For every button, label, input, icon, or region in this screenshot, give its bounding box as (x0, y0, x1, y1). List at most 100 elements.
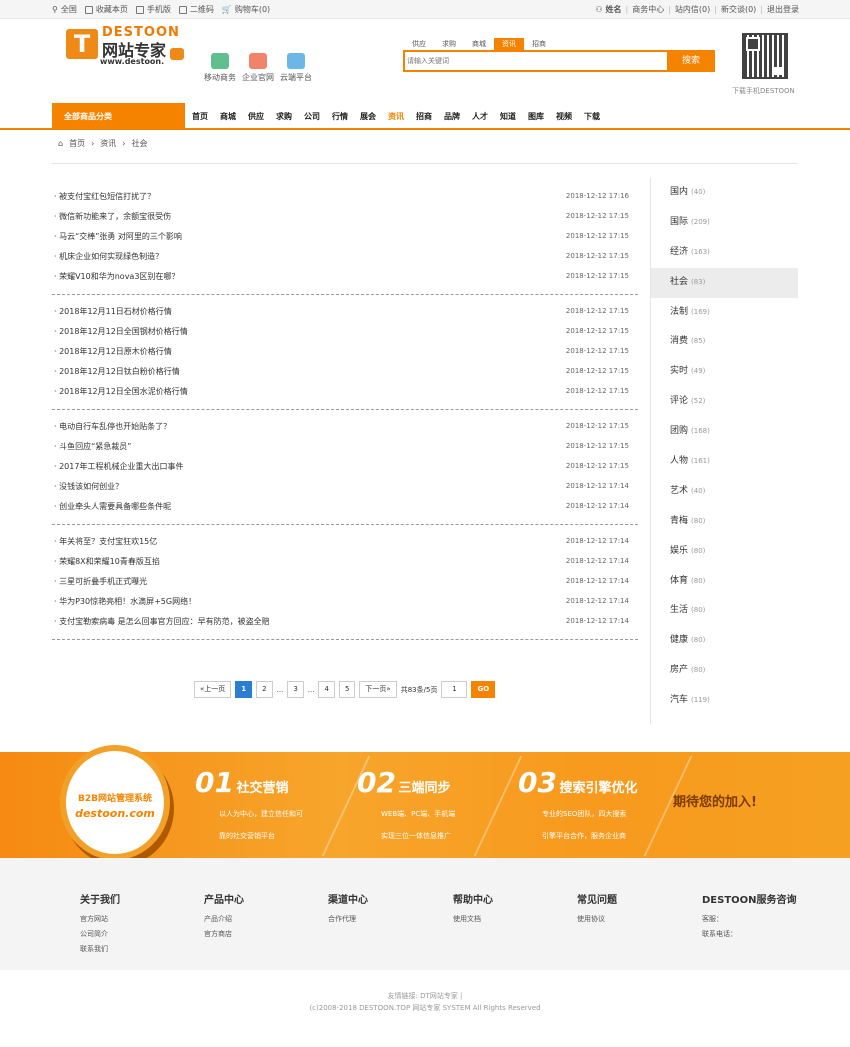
sidebar-item[interactable]: 团购 (168) (651, 417, 798, 447)
search-tab-supply[interactable]: 供应 (404, 38, 434, 50)
list-item[interactable]: · 荣耀8X和荣耀10青春版互掐 2018-12-12 17:14 (52, 551, 638, 571)
list-item[interactable]: · 没钱该如何创业？ 2018-12-12 17:14 (52, 476, 638, 496)
qrcode-link[interactable]: 二维码 (178, 4, 214, 15)
search-tab-invest[interactable]: 招商 (524, 38, 554, 50)
article-title[interactable]: · 2018年12月12日原木价格行情 (54, 346, 172, 357)
nav-item[interactable]: 商城 (214, 103, 242, 130)
footer-link[interactable]: 官方网站 (80, 912, 120, 927)
nav-item-active[interactable]: 资讯 (382, 103, 410, 130)
user-link[interactable]: ⚇ 姓名 (595, 4, 621, 15)
article-title[interactable]: · 2018年12月11日石材价格行情 (54, 306, 172, 317)
page-number-input[interactable]: 1 (441, 681, 468, 698)
footer-link[interactable]: 产品介绍 (204, 912, 244, 927)
search-tab-mall[interactable]: 商城 (464, 38, 494, 50)
nav-item[interactable]: 展会 (354, 103, 382, 130)
next-page-button[interactable]: 下一页» (359, 681, 397, 698)
quick-mobile-business[interactable]: 移动商务 (204, 53, 236, 83)
sidebar-item[interactable]: 生活 (80) (651, 596, 798, 626)
list-item[interactable]: · 马云“交棒”张勇 对阿里的三个影响 2018-12-12 17:15 (52, 226, 638, 246)
nav-item[interactable]: 行情 (326, 103, 354, 130)
footer-link[interactable]: 合作代理 (328, 912, 368, 927)
article-title[interactable]: · 年关将至？支付宝狂欢15亿 (54, 536, 157, 547)
search-tab-news[interactable]: 资讯 (494, 38, 524, 50)
page-button[interactable]: 5 (338, 681, 356, 698)
breadcrumb-current[interactable]: 社会 (131, 138, 147, 149)
article-title[interactable]: · 机床企业如何实现绿色制造？ (54, 251, 163, 262)
footer-link[interactable]: 公司简介 (80, 927, 120, 942)
prev-page-button[interactable]: «上一页 (194, 681, 232, 698)
business-center-link[interactable]: 商务中心 (632, 4, 664, 15)
article-title[interactable]: · 荣耀V10和华为nova3区别在哪？ (54, 271, 179, 282)
list-item[interactable]: · 被支付宝红包短信打扰了？ 2018-12-12 17:16 (52, 186, 638, 206)
nav-item[interactable]: 知道 (494, 103, 522, 130)
article-title[interactable]: · 荣耀8X和荣耀10青春版互掐 (54, 556, 160, 567)
list-item[interactable]: · 电动自行车乱停也开始贴条了？ 2018-12-12 17:15 (52, 416, 638, 436)
all-categories-button[interactable]: 全部商品分类 (52, 103, 185, 130)
article-title[interactable]: · 斗鱼回应“紧急裁员” (54, 441, 131, 452)
page-button[interactable]: 4 (318, 681, 335, 698)
mobile-link[interactable]: 手机版 (135, 4, 171, 15)
sidebar-item[interactable]: 法制 (169) (651, 298, 798, 328)
page-button[interactable]: 3 (287, 681, 304, 698)
chat-link[interactable]: 新交谈(0) (721, 4, 756, 15)
list-item[interactable]: · 年关将至？支付宝狂欢15亿 2018-12-12 17:14 (52, 531, 638, 551)
page-button-current[interactable]: 1 (235, 681, 253, 698)
quick-company-site[interactable]: 企业官网 (242, 53, 274, 83)
sidebar-item[interactable]: 体育 (80) (651, 567, 798, 597)
footer-link[interactable]: 客服： (702, 912, 797, 927)
article-title[interactable]: · 华为P30惊艳亮相！水滴屏+5G网络！ (54, 596, 196, 607)
article-title[interactable]: · 2018年12月12日全国水泥价格行情 (54, 386, 188, 397)
article-title[interactable]: · 马云“交棒”张勇 对阿里的三个影响 (54, 231, 182, 242)
list-item[interactable]: · 华为P30惊艳亮相！水滴屏+5G网络！ 2018-12-12 17:14 (52, 591, 638, 611)
search-input[interactable] (407, 54, 665, 68)
list-item[interactable]: · 机床企业如何实现绿色制造？ 2018-12-12 17:15 (52, 246, 638, 266)
nav-item[interactable]: 人才 (466, 103, 494, 130)
banner-cta[interactable]: 期待您的加入! (673, 791, 757, 810)
footer-link[interactable]: 使用文档 (453, 912, 493, 927)
article-title[interactable]: · 微信新功能来了，余额宝很受伤 (54, 211, 171, 222)
article-title[interactable]: · 被支付宝红包短信打扰了？ (54, 191, 155, 202)
sidebar-item[interactable]: 健康 (80) (651, 626, 798, 656)
article-title[interactable]: · 创业牵头人需要具备哪些条件呢 (54, 501, 171, 512)
sidebar-item[interactable]: 社会 (83) (651, 267, 798, 298)
list-item[interactable]: · 2018年12月12日原木价格行情 2018-12-12 17:15 (52, 341, 638, 361)
article-title[interactable]: · 支付宝勒索病毒 是怎么回事官方回应：早有防范，被盗全赔 (54, 616, 270, 627)
nav-item[interactable]: 品牌 (438, 103, 466, 130)
sidebar-item[interactable]: 国内 (40) (651, 178, 798, 208)
nav-item[interactable]: 图库 (522, 103, 550, 130)
sidebar-item[interactable]: 国际 (209) (651, 208, 798, 238)
nav-item[interactable]: 供应 (242, 103, 270, 130)
sidebar-item[interactable]: 经济 (163) (651, 238, 798, 268)
logout-link[interactable]: 退出登录 (767, 4, 799, 15)
sidebar-item[interactable]: 青梅 (80) (651, 507, 798, 537)
nav-item[interactable]: 下载 (578, 103, 606, 130)
sidebar-item[interactable]: 娱乐 (80) (651, 537, 798, 567)
search-button[interactable]: 搜索 (667, 50, 715, 72)
list-item[interactable]: · 荣耀V10和华为nova3区别在哪？ 2018-12-12 17:15 (52, 266, 638, 286)
article-title[interactable]: · 2018年12月12日全国钢材价格行情 (54, 326, 188, 337)
list-item[interactable]: · 微信新功能来了，余额宝很受伤 2018-12-12 17:15 (52, 206, 638, 226)
article-title[interactable]: · 2017年工程机械企业重大出口事件 (54, 461, 183, 472)
breadcrumb-home[interactable]: 首页 (69, 138, 85, 149)
list-item[interactable]: · 2017年工程机械企业重大出口事件 2018-12-12 17:15 (52, 456, 638, 476)
nav-item[interactable]: 视频 (550, 103, 578, 130)
list-item[interactable]: · 三星可折叠手机正式曝光 2018-12-12 17:14 (52, 571, 638, 591)
sidebar-item[interactable]: 评论 (52) (651, 387, 798, 417)
page-button[interactable]: 2 (256, 681, 273, 698)
sidebar-item[interactable]: 消费 (85) (651, 327, 798, 357)
sidebar-item[interactable]: 人物 (161) (651, 447, 798, 477)
list-item[interactable]: · 支付宝勒索病毒 是怎么回事官方回应：早有防范，被盗全赔 2018-12-12 … (52, 611, 638, 631)
messages-link[interactable]: 站内信(0) (675, 4, 710, 15)
article-title[interactable]: · 2018年12月12日钛白粉价格行情 (54, 366, 180, 377)
list-item[interactable]: · 2018年12月12日全国水泥价格行情 2018-12-12 17:15 (52, 381, 638, 401)
location-link[interactable]: ⚲ 全国 (52, 4, 77, 15)
list-item[interactable]: · 创业牵头人需要具备哪些条件呢 2018-12-12 17:14 (52, 496, 638, 516)
sidebar-item[interactable]: 艺术 (40) (651, 477, 798, 507)
nav-item[interactable]: 公司 (298, 103, 326, 130)
list-item[interactable]: · 2018年12月12日全国钢材价格行情 2018-12-12 17:15 (52, 321, 638, 341)
nav-item[interactable]: 求购 (270, 103, 298, 130)
list-item[interactable]: · 2018年12月11日石材价格行情 2018-12-12 17:15 (52, 301, 638, 321)
nav-item[interactable]: 首页 (186, 103, 214, 130)
article-title[interactable]: · 三星可折叠手机正式曝光 (54, 576, 147, 587)
footer-link[interactable]: 使用协议 (577, 912, 617, 927)
